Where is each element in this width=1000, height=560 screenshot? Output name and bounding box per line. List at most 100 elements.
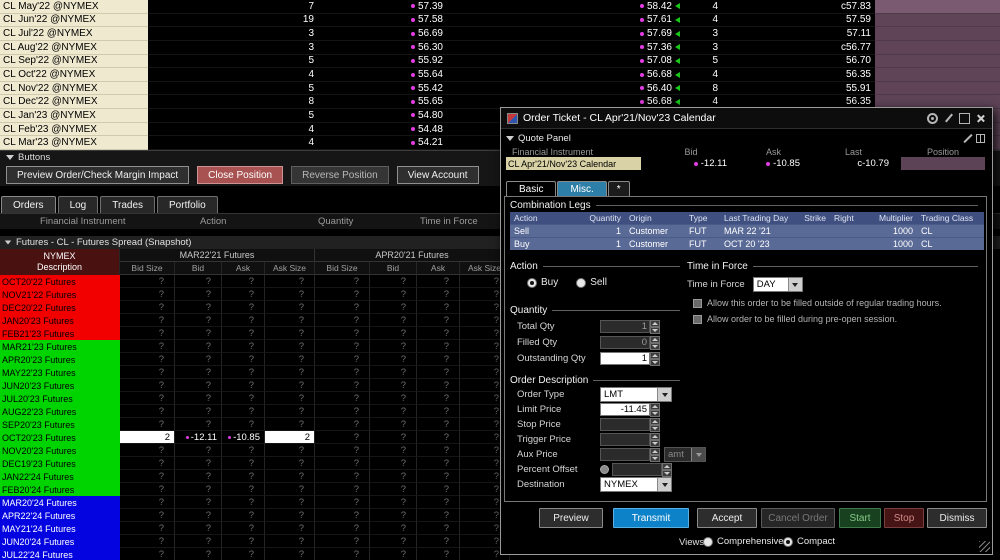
combination-leg-row[interactable]: Buy 1 Customer FUT OCT 20 '23 1000 CL: [510, 237, 984, 250]
ask-price-cell[interactable]: 57.36: [610, 41, 680, 55]
quote-cell[interactable]: ?: [265, 392, 315, 405]
preview-order-check-margin-impact-button[interactable]: Preview Order/Check Margin Impact: [6, 166, 190, 184]
quote-cell[interactable]: ?: [417, 496, 460, 509]
quote-cell[interactable]: ?: [370, 301, 417, 314]
quote-cell[interactable]: ?: [175, 483, 222, 496]
quote-cell[interactable]: ?: [370, 314, 417, 327]
view-radio-comprehensive[interactable]: Comprehensive: [703, 536, 784, 547]
instrument-cell[interactable]: CL Nov'22 @NYMEX: [0, 81, 148, 96]
quote-cell[interactable]: ?: [417, 405, 460, 418]
quote-cell[interactable]: ?: [222, 392, 265, 405]
spin-down-icon[interactable]: [650, 424, 660, 432]
quote-cell[interactable]: ?: [120, 509, 175, 522]
quote-cell[interactable]: ?: [175, 457, 222, 470]
quote-cell[interactable]: ?: [120, 496, 175, 509]
quote-cell[interactable]: ?: [370, 418, 417, 431]
quote-cell[interactable]: ?: [315, 301, 370, 314]
price-column-header[interactable]: Bid Size: [120, 262, 175, 275]
spin-down-icon[interactable]: [650, 439, 660, 447]
quote-cell[interactable]: ?: [222, 457, 265, 470]
instrument-cell[interactable]: CL Jan'23 @NYMEX: [0, 109, 148, 123]
quote-cell[interactable]: ?: [370, 535, 417, 548]
quote-cell[interactable]: ?: [222, 314, 265, 327]
quote-cell[interactable]: ?: [265, 301, 315, 314]
quote-cell[interactable]: ?: [370, 405, 417, 418]
maximize-icon[interactable]: [959, 112, 970, 124]
quote-cell[interactable]: -10.85: [222, 431, 265, 444]
quote-cell[interactable]: ?: [265, 418, 315, 431]
quote-cell[interactable]: ?: [222, 340, 265, 353]
ask-price-cell[interactable]: 56.68: [610, 68, 680, 82]
last-price-cell[interactable]: 56.70: [720, 55, 875, 69]
quote-cell[interactable]: ?: [417, 379, 460, 392]
quote-cell[interactable]: ?: [417, 522, 460, 535]
start-button[interactable]: Start: [839, 508, 881, 528]
quote-cell[interactable]: ?: [417, 535, 460, 548]
layout-grid-icon[interactable]: [976, 133, 985, 143]
spin-down-icon[interactable]: [650, 454, 660, 462]
last-price-cell[interactable]: 57.11: [720, 27, 875, 41]
quote-cell[interactable]: ?: [370, 509, 417, 522]
size-cell[interactable]: 5: [148, 82, 320, 96]
quote-cell[interactable]: 2: [120, 431, 175, 444]
order-type-dropdown[interactable]: LMT: [600, 387, 672, 402]
quote-cell[interactable]: ?: [315, 418, 370, 431]
instrument-cell[interactable]: CL May'22 @NYMEX: [0, 0, 148, 14]
size-cell[interactable]: 4: [680, 68, 720, 82]
size-cell[interactable]: 4: [680, 14, 720, 28]
quote-cell[interactable]: ?: [120, 522, 175, 535]
spin-up-icon[interactable]: [650, 417, 660, 425]
quote-cell[interactable]: ?: [265, 353, 315, 366]
bid-price-cell[interactable]: 56.30: [320, 41, 445, 55]
price-column-header[interactable]: Bid: [370, 262, 417, 275]
spinner-stepper[interactable]: [650, 447, 660, 462]
quote-cell[interactable]: ?: [175, 314, 222, 327]
quote-cell[interactable]: ?: [120, 301, 175, 314]
ask-price-cell[interactable]: 57.61: [610, 14, 680, 28]
quote-cell[interactable]: ?: [222, 301, 265, 314]
size-cell[interactable]: 19: [148, 14, 320, 28]
spin-down-icon[interactable]: [650, 326, 660, 334]
quote-cell[interactable]: ?: [370, 548, 417, 560]
quote-cell[interactable]: ?: [265, 548, 315, 560]
ask-price-cell[interactable]: 57.08: [610, 55, 680, 69]
quote-cell[interactable]: ?: [175, 444, 222, 457]
tab-log[interactable]: Log: [57, 196, 99, 213]
size-cell[interactable]: 3: [148, 27, 320, 41]
spin-up-icon[interactable]: [662, 462, 672, 470]
quote-cell[interactable]: ?: [370, 392, 417, 405]
quote-cell[interactable]: ?: [315, 392, 370, 405]
quote-cell[interactable]: ?: [222, 496, 265, 509]
quote-cell[interactable]: ?: [175, 327, 222, 340]
quote-cell[interactable]: ?: [315, 470, 370, 483]
dismiss-button[interactable]: Dismiss: [927, 508, 987, 528]
tif-checkbox-0[interactable]: Allow this order to be filled outside of…: [693, 298, 942, 308]
destination-dropdown[interactable]: NYMEX: [600, 477, 672, 492]
quote-cell[interactable]: ?: [120, 275, 175, 288]
quote-cell[interactable]: ?: [175, 288, 222, 301]
quote-cell[interactable]: ?: [417, 301, 460, 314]
spin-up-icon[interactable]: [650, 319, 660, 327]
dialog-titlebar[interactable]: Order Ticket - CL Apr'21/Nov'23 Calendar: [501, 108, 992, 129]
quote-cell[interactable]: ?: [417, 548, 460, 560]
transmit-button[interactable]: Transmit: [613, 508, 689, 528]
quote-cell[interactable]: ?: [315, 340, 370, 353]
quote-cell[interactable]: ?: [222, 535, 265, 548]
quote-cell[interactable]: ?: [417, 470, 460, 483]
quote-cell[interactable]: ?: [120, 392, 175, 405]
quote-cell[interactable]: ?: [120, 314, 175, 327]
combination-leg-row[interactable]: Sell 1 Customer FUT MAR 22 '21 1000 CL: [510, 224, 984, 237]
instrument-cell[interactable]: CL Aug'22 @NYMEX: [0, 40, 148, 55]
last-price-cell[interactable]: c56.77: [720, 41, 875, 55]
percent-offset-radio-icon[interactable]: [600, 465, 609, 474]
bid-price-cell[interactable]: 55.64: [320, 68, 445, 82]
quote-cell[interactable]: ?: [120, 327, 175, 340]
size-cell[interactable]: 7: [148, 0, 320, 14]
quote-cell[interactable]: ?: [417, 457, 460, 470]
quote-cell[interactable]: ?: [175, 496, 222, 509]
ticket-tab-misc[interactable]: Misc.: [557, 181, 607, 196]
quote-cell[interactable]: ?: [175, 470, 222, 483]
size-cell[interactable]: 4: [148, 123, 320, 137]
action-radio-sell[interactable]: Sell: [576, 277, 607, 288]
quote-cell[interactable]: ?: [265, 314, 315, 327]
